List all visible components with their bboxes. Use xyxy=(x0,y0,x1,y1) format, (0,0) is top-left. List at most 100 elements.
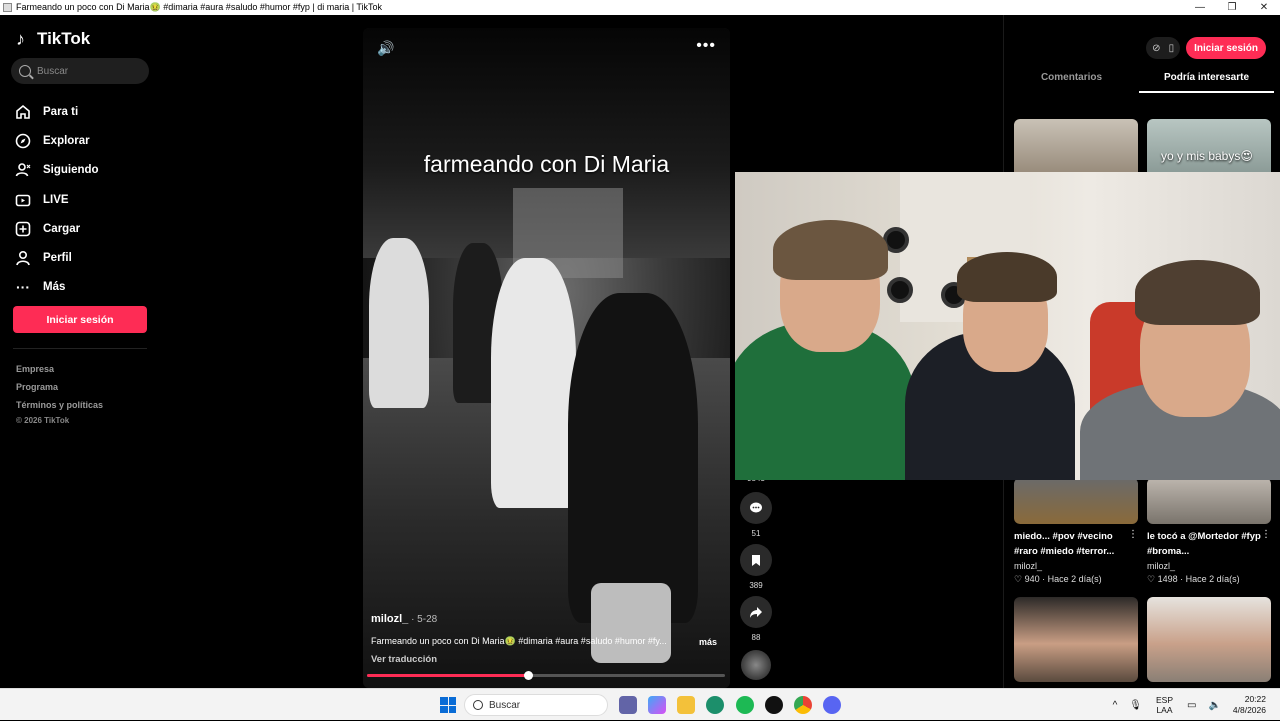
nav-label: LIVE xyxy=(43,193,69,206)
footer-link-programa[interactable]: Programa xyxy=(16,378,103,396)
following-icon xyxy=(15,162,31,178)
card-title[interactable]: miedo... #pov #vecino #raro #miedo #terr… xyxy=(1014,529,1138,559)
clock[interactable]: 20:22 4/8/2026 xyxy=(1233,694,1266,716)
search-box[interactable] xyxy=(11,58,149,84)
chevron-up-icon[interactable]: ^ xyxy=(1113,700,1118,711)
compass-icon xyxy=(15,133,31,149)
chrome-icon[interactable] xyxy=(794,696,812,714)
main-nav: Para ti Explorar Siguiendo LIVE Cargar P… xyxy=(15,97,99,302)
taskbar-search[interactable]: Buscar xyxy=(464,694,608,716)
card-title[interactable]: le tocó a @Mortedor #fyp #broma... xyxy=(1147,529,1271,559)
video-thumbnail[interactable] xyxy=(1147,597,1271,682)
card-likes: 940 xyxy=(1024,574,1040,584)
search-input[interactable] xyxy=(37,65,137,77)
nav-item-mas[interactable]: ··· Más xyxy=(15,273,99,302)
language-indicator[interactable]: ESP LAA xyxy=(1156,695,1173,715)
comment-button[interactable] xyxy=(740,492,772,524)
nav-label: Perfil xyxy=(43,252,72,265)
author-name[interactable]: milozl_ xyxy=(371,613,408,625)
right-panel-tabs: Comentarios Podría interesarte xyxy=(1004,67,1274,93)
spotify-icon[interactable] xyxy=(736,696,754,714)
discord-icon[interactable] xyxy=(823,696,841,714)
card-options-icon[interactable]: ⋮ xyxy=(1128,529,1138,540)
video-figure xyxy=(568,293,698,623)
right-top-controls: ⊘ ▯ Iniciar sesión xyxy=(1146,37,1266,59)
copyright: © 2026 TikTok xyxy=(16,416,70,425)
browser-app-icon xyxy=(3,3,12,12)
close-button[interactable]: ✕ xyxy=(1248,2,1280,13)
teams-icon[interactable] xyxy=(619,696,637,714)
card-ago: Hace 2 día(s) xyxy=(1185,574,1240,584)
heart-icon: ♡ xyxy=(1014,574,1023,584)
card-stats: ♡ 940 · Hace 2 día(s) xyxy=(1014,574,1102,584)
nav-label: Para ti xyxy=(43,105,79,118)
start-button[interactable] xyxy=(440,697,456,713)
save-button[interactable] xyxy=(740,544,772,576)
network-icon[interactable]: ▭ xyxy=(1187,700,1196,711)
login-button-sidebar[interactable]: Iniciar sesión xyxy=(13,306,147,333)
saves-count: 389 xyxy=(749,581,763,590)
tiktok-app-icon[interactable] xyxy=(765,696,783,714)
volume-icon[interactable]: 🔊 xyxy=(377,40,394,57)
sound-disc-avatar[interactable] xyxy=(741,650,771,680)
video-player[interactable]: farmeando con Di Maria 🔊 ••• milozl_ · 5… xyxy=(363,28,730,688)
tab-podria-interesarte[interactable]: Podría interesarte xyxy=(1139,67,1274,93)
edge-icon[interactable] xyxy=(706,696,724,714)
minimize-button[interactable]: — xyxy=(1184,2,1216,13)
video-date: · 5-28 xyxy=(408,614,438,625)
card-author[interactable]: milozl_ xyxy=(1014,561,1138,571)
video-card[interactable]: miedo... #pov #vecino #raro #miedo #terr… xyxy=(1014,529,1138,585)
footer-link-empresa[interactable]: Empresa xyxy=(16,360,103,378)
webcam-overlay xyxy=(735,172,1280,480)
share-button[interactable] xyxy=(740,596,772,628)
nav-item-explorar[interactable]: Explorar xyxy=(15,126,99,155)
video-progress-bar[interactable] xyxy=(367,671,725,680)
profile-icon xyxy=(15,250,31,266)
maximize-button[interactable]: ❐ xyxy=(1216,2,1248,13)
translate-link[interactable]: Ver traducción xyxy=(371,654,437,665)
video-figure xyxy=(369,238,429,408)
nav-item-perfil[interactable]: Perfil xyxy=(15,243,99,272)
copilot-icon[interactable] xyxy=(648,696,666,714)
nav-item-para-ti[interactable]: Para ti xyxy=(15,97,99,126)
description-more-link[interactable]: más xyxy=(699,637,717,647)
video-thumbnail[interactable] xyxy=(1147,478,1271,524)
video-figure xyxy=(491,258,576,508)
video-more-options-icon[interactable]: ••• xyxy=(696,37,716,55)
comment-icon xyxy=(750,502,762,513)
top-pill: ⊘ ▯ xyxy=(1146,37,1181,59)
video-thumbnail[interactable] xyxy=(1014,478,1138,524)
clock-date: 4/8/2026 xyxy=(1232,705,1266,715)
lang-top: ESP xyxy=(1155,695,1173,705)
video-card[interactable]: le tocó a @Mortedor #fyp #broma... ⋮ mil… xyxy=(1147,529,1271,585)
device-icon[interactable]: ▯ xyxy=(1169,43,1175,54)
card-ago: Hace 2 día(s) xyxy=(1047,574,1102,584)
sidebar: ♪ TikTok Para ti Explorar Siguiendo xyxy=(0,15,165,688)
card-author[interactable]: milozl_ xyxy=(1147,561,1271,571)
logo-text: TikTok xyxy=(37,29,91,48)
nav-item-cargar[interactable]: Cargar xyxy=(15,214,99,243)
tiktok-note-icon: ♪ xyxy=(16,28,25,49)
shares-count: 88 xyxy=(751,633,761,642)
video-author[interactable]: milozl_ · 5-28 xyxy=(371,613,437,625)
nav-item-live[interactable]: LIVE xyxy=(15,185,99,214)
tab-comentarios[interactable]: Comentarios xyxy=(1004,67,1139,93)
compass-icon[interactable]: ⊘ xyxy=(1152,43,1160,54)
window-title: Farmeando un poco con Di Maria🤢 #dimaria… xyxy=(16,2,383,12)
sidebar-divider xyxy=(13,348,147,349)
footer-link-terminos[interactable]: Términos y políticas xyxy=(16,396,103,414)
progress-fill xyxy=(367,674,529,677)
comments-count: 51 xyxy=(751,529,761,538)
nav-label: Siguiendo xyxy=(43,164,99,177)
login-button-top[interactable]: Iniciar sesión xyxy=(1186,37,1266,59)
file-explorer-icon[interactable] xyxy=(677,696,695,714)
card-options-icon[interactable]: ⋮ xyxy=(1261,529,1271,540)
nav-label: Más xyxy=(43,281,66,294)
card-likes: 1498 xyxy=(1157,574,1178,584)
speaker-icon[interactable]: 🔈 xyxy=(1208,700,1220,711)
nav-item-siguiendo[interactable]: Siguiendo xyxy=(15,156,99,185)
video-thumbnail[interactable] xyxy=(1014,597,1138,682)
tiktok-logo[interactable]: ♪ TikTok xyxy=(16,29,90,49)
microphone-icon[interactable]: 🎙 xyxy=(1129,700,1142,711)
video-overlay-text: farmeando con Di Maria xyxy=(423,151,670,177)
